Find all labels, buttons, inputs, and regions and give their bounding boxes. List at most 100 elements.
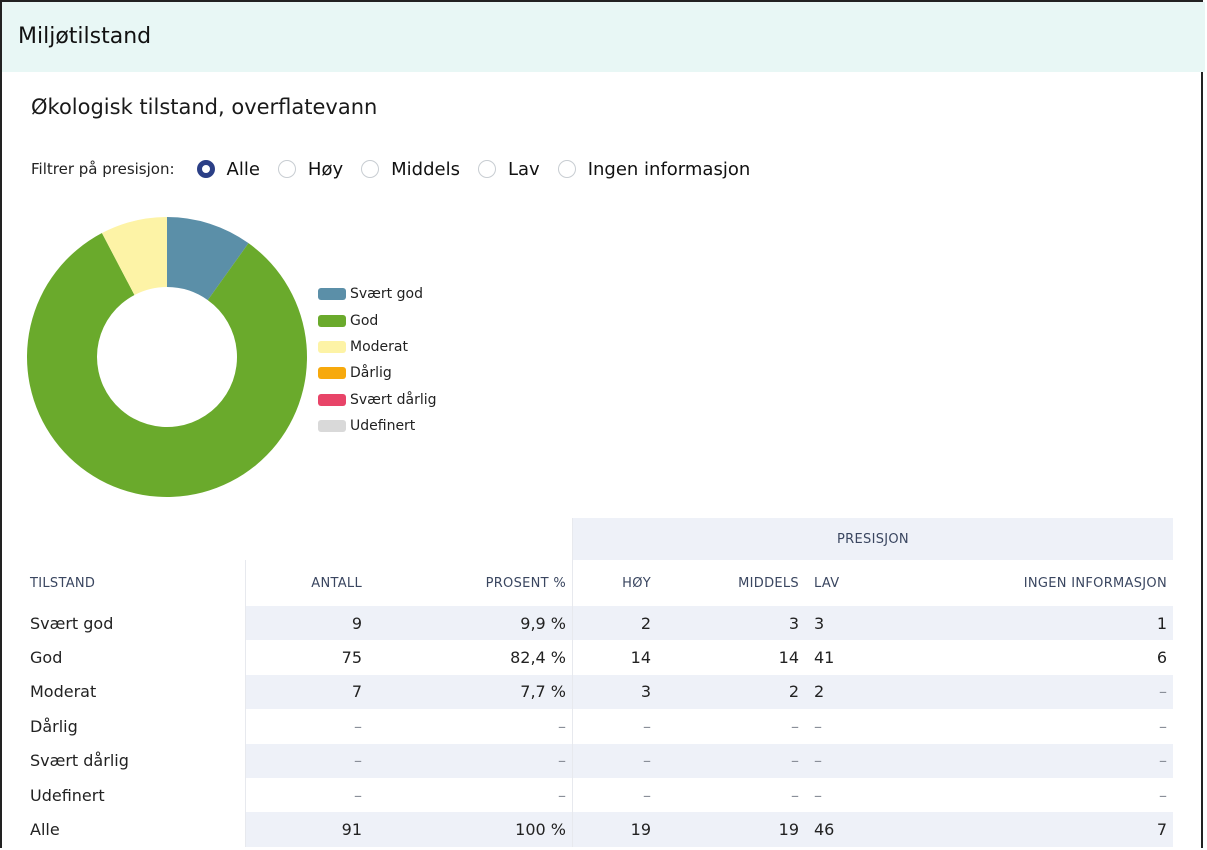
cell-ingen: – — [1159, 785, 1167, 805]
cell-ingen: – — [869, 743, 1173, 778]
cell-antall: 7 — [245, 674, 366, 710]
cell-ingen: – — [869, 674, 1173, 710]
cell-antall: 91 — [245, 812, 366, 847]
cell-lav: – — [814, 785, 822, 805]
col-header-tilstand: TILSTAND — [30, 575, 96, 591]
donut-chart — [26, 217, 307, 497]
col-header-ingen-informasjon: INGEN INFORMASJON — [1023, 575, 1167, 591]
precision-filter: Filtrer på presisjon: Alle Høy Middels Lav I… — [31, 156, 768, 182]
cell-hoy: 3 — [572, 674, 659, 710]
cell-tilstand: Svært god — [30, 613, 114, 633]
radio-button-icon[interactable] — [361, 160, 380, 178]
cell-ingen: 6 — [1156, 648, 1167, 668]
legend-label: Udefinert — [350, 418, 416, 435]
radio-label: Lav — [507, 158, 540, 180]
legend-swatch — [318, 288, 346, 301]
chart-legend: Svært god God Moderat Dårlig Svært dårlig Ude… — [318, 281, 437, 439]
legend-item[interactable]: Udefinert — [318, 413, 437, 439]
col-header-hoy: HØY — [572, 560, 659, 606]
cell-lav: – — [807, 743, 869, 778]
radio-label: Alle — [226, 158, 260, 180]
legend-swatch — [318, 393, 346, 406]
cell-lav: 46 — [807, 812, 869, 847]
radio-button-icon[interactable] — [557, 160, 576, 178]
legend-label: Moderat — [350, 338, 408, 355]
radio-button-icon[interactable] — [196, 160, 215, 178]
panel-header: Miljøtilstand — [2, 2, 1205, 72]
legend-item[interactable]: Svært god — [318, 281, 437, 307]
radio-option-alle[interactable]: Alle — [196, 158, 260, 180]
cell-hoy: – — [572, 777, 659, 813]
radio-option-middels[interactable]: Middels — [361, 159, 460, 180]
legend-label: Svært dårlig — [350, 391, 437, 408]
legend-swatch — [318, 367, 346, 380]
table-row: God 75 82,4 % 14 14 41 6 — [20, 640, 1173, 675]
precision-radio-group: Alle Høy Middels Lav Ingen informasjon — [196, 158, 769, 180]
cell-antall: – — [245, 709, 366, 744]
cell-middels: – — [659, 743, 807, 778]
cell-hoy: 2 — [572, 606, 659, 641]
cell-middels: 14 — [778, 648, 799, 668]
table-body: Svært god 9 9,9 % 2 3 3 1 God 75 82,4 % 14 14 41 6 Mod… — [20, 606, 1173, 847]
cell-tilstand: Moderat — [30, 682, 97, 702]
presisjon-group-header: PRESISJON — [572, 518, 1173, 560]
cell-antall: 75 — [245, 640, 366, 675]
cell-lav: 2 — [807, 674, 869, 710]
filter-label: Filtrer på presisjon: — [31, 160, 175, 178]
radio-option-ingen-informasjon[interactable]: Ingen informasjon — [557, 158, 751, 180]
section-title: Økologisk tilstand, overflatevann — [31, 95, 378, 119]
cell-lav: – — [814, 716, 822, 736]
radio-button-icon[interactable] — [477, 160, 496, 178]
col-header-antall: ANTALL — [245, 560, 366, 606]
col-header-prosent: PROSENT % — [485, 575, 566, 591]
cell-middels: 19 — [659, 812, 807, 847]
legend-swatch — [318, 314, 346, 327]
radio-option-lav[interactable]: Lav — [477, 158, 540, 180]
table-row: Svært god 9 9,9 % 2 3 3 1 — [20, 606, 1173, 641]
cell-antall: – — [245, 743, 366, 778]
cell-hoy: 14 — [572, 640, 659, 675]
cell-antall: – — [245, 777, 366, 813]
cell-middels: 2 — [659, 674, 807, 710]
cell-ingen: – — [1159, 716, 1167, 736]
legend-swatch — [318, 420, 346, 433]
legend-item[interactable]: Dårlig — [318, 360, 437, 386]
radio-button-icon[interactable] — [277, 160, 296, 178]
legend-item[interactable]: Moderat — [318, 334, 437, 360]
status-table: PRESISJON TILSTAND ANTALL PROSENT % HØY … — [20, 518, 1173, 847]
cell-lav: 41 — [814, 648, 835, 668]
cell-prosent: – — [558, 716, 566, 736]
table-row: Moderat 7 7,7 % 3 2 2– — [20, 674, 1173, 710]
table-header-row: TILSTAND ANTALL PROSENT % HØY MIDDELS LA… — [20, 560, 1173, 606]
legend-label: God — [350, 312, 379, 329]
cell-tilstand: Alle — [30, 820, 60, 840]
cell-prosent: 82,4 % — [510, 648, 566, 668]
cell-tilstand: Udefinert — [30, 785, 105, 805]
cell-prosent: 9,9 % — [366, 606, 573, 641]
radio-option-hoy[interactable]: Høy — [277, 158, 344, 180]
cell-middels: 3 — [659, 606, 807, 641]
cell-prosent: – — [558, 785, 566, 805]
cell-prosent: 100 % — [366, 812, 573, 847]
cell-hoy: 19 — [572, 812, 659, 847]
legend-item[interactable]: God — [318, 307, 437, 333]
cell-middels: – — [791, 716, 799, 736]
table-row: Alle 91 100 % 19 19 46 7 — [20, 812, 1173, 847]
cell-antall: 9 — [245, 606, 366, 641]
radio-label: Ingen informasjon — [587, 158, 751, 180]
legend-item[interactable]: Svært dårlig — [318, 387, 437, 413]
cell-prosent: 7,7 % — [366, 674, 573, 710]
cell-prosent: – — [366, 743, 573, 778]
legend-swatch — [318, 340, 346, 353]
cell-ingen: 1 — [869, 606, 1173, 641]
cell-middels: – — [791, 785, 799, 805]
cell-tilstand: God — [30, 648, 63, 668]
table-row: Svært dårlig – – – – – – — [20, 743, 1173, 778]
legend-label: Svært god — [350, 286, 423, 303]
cell-hoy: – — [572, 743, 659, 778]
panel-title: Miljøtilstand — [18, 24, 152, 49]
legend-label: Dårlig — [350, 365, 392, 382]
table-row: Dårlig – – – – – – — [20, 709, 1173, 744]
radio-label: Høy — [307, 158, 344, 180]
cell-tilstand: Svært dårlig — [30, 751, 129, 771]
